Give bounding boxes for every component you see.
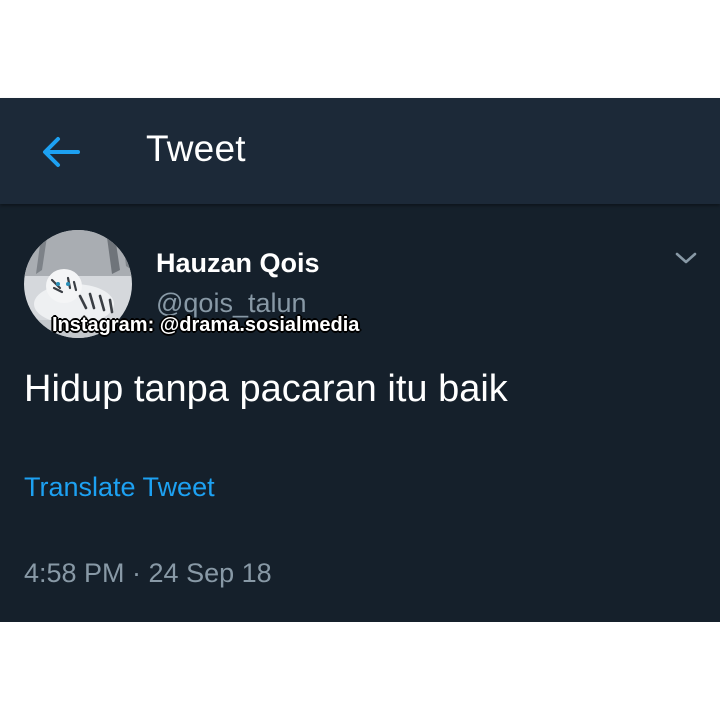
tweet-timestamp: 4:58 PM · 24 Sep 18	[24, 558, 272, 588]
back-button[interactable]	[34, 130, 86, 174]
author-name[interactable]: Hauzan Qois	[156, 248, 320, 279]
translate-tweet-link[interactable]: Translate Tweet	[24, 472, 215, 503]
tweet-screen: Tweet Hauzan Qois @qois_talun Instagram:…	[0, 98, 720, 622]
tweet-text: Hidup tanpa pacaran itu baik	[24, 368, 508, 410]
arrow-left-icon	[43, 137, 80, 167]
tweet-menu-button[interactable]	[670, 244, 702, 272]
watermark-text: Instagram: @drama.sosialmedia	[52, 314, 360, 336]
page-title: Tweet	[146, 128, 246, 169]
chevron-down-icon	[675, 252, 697, 264]
top-bar: Tweet	[0, 98, 720, 204]
